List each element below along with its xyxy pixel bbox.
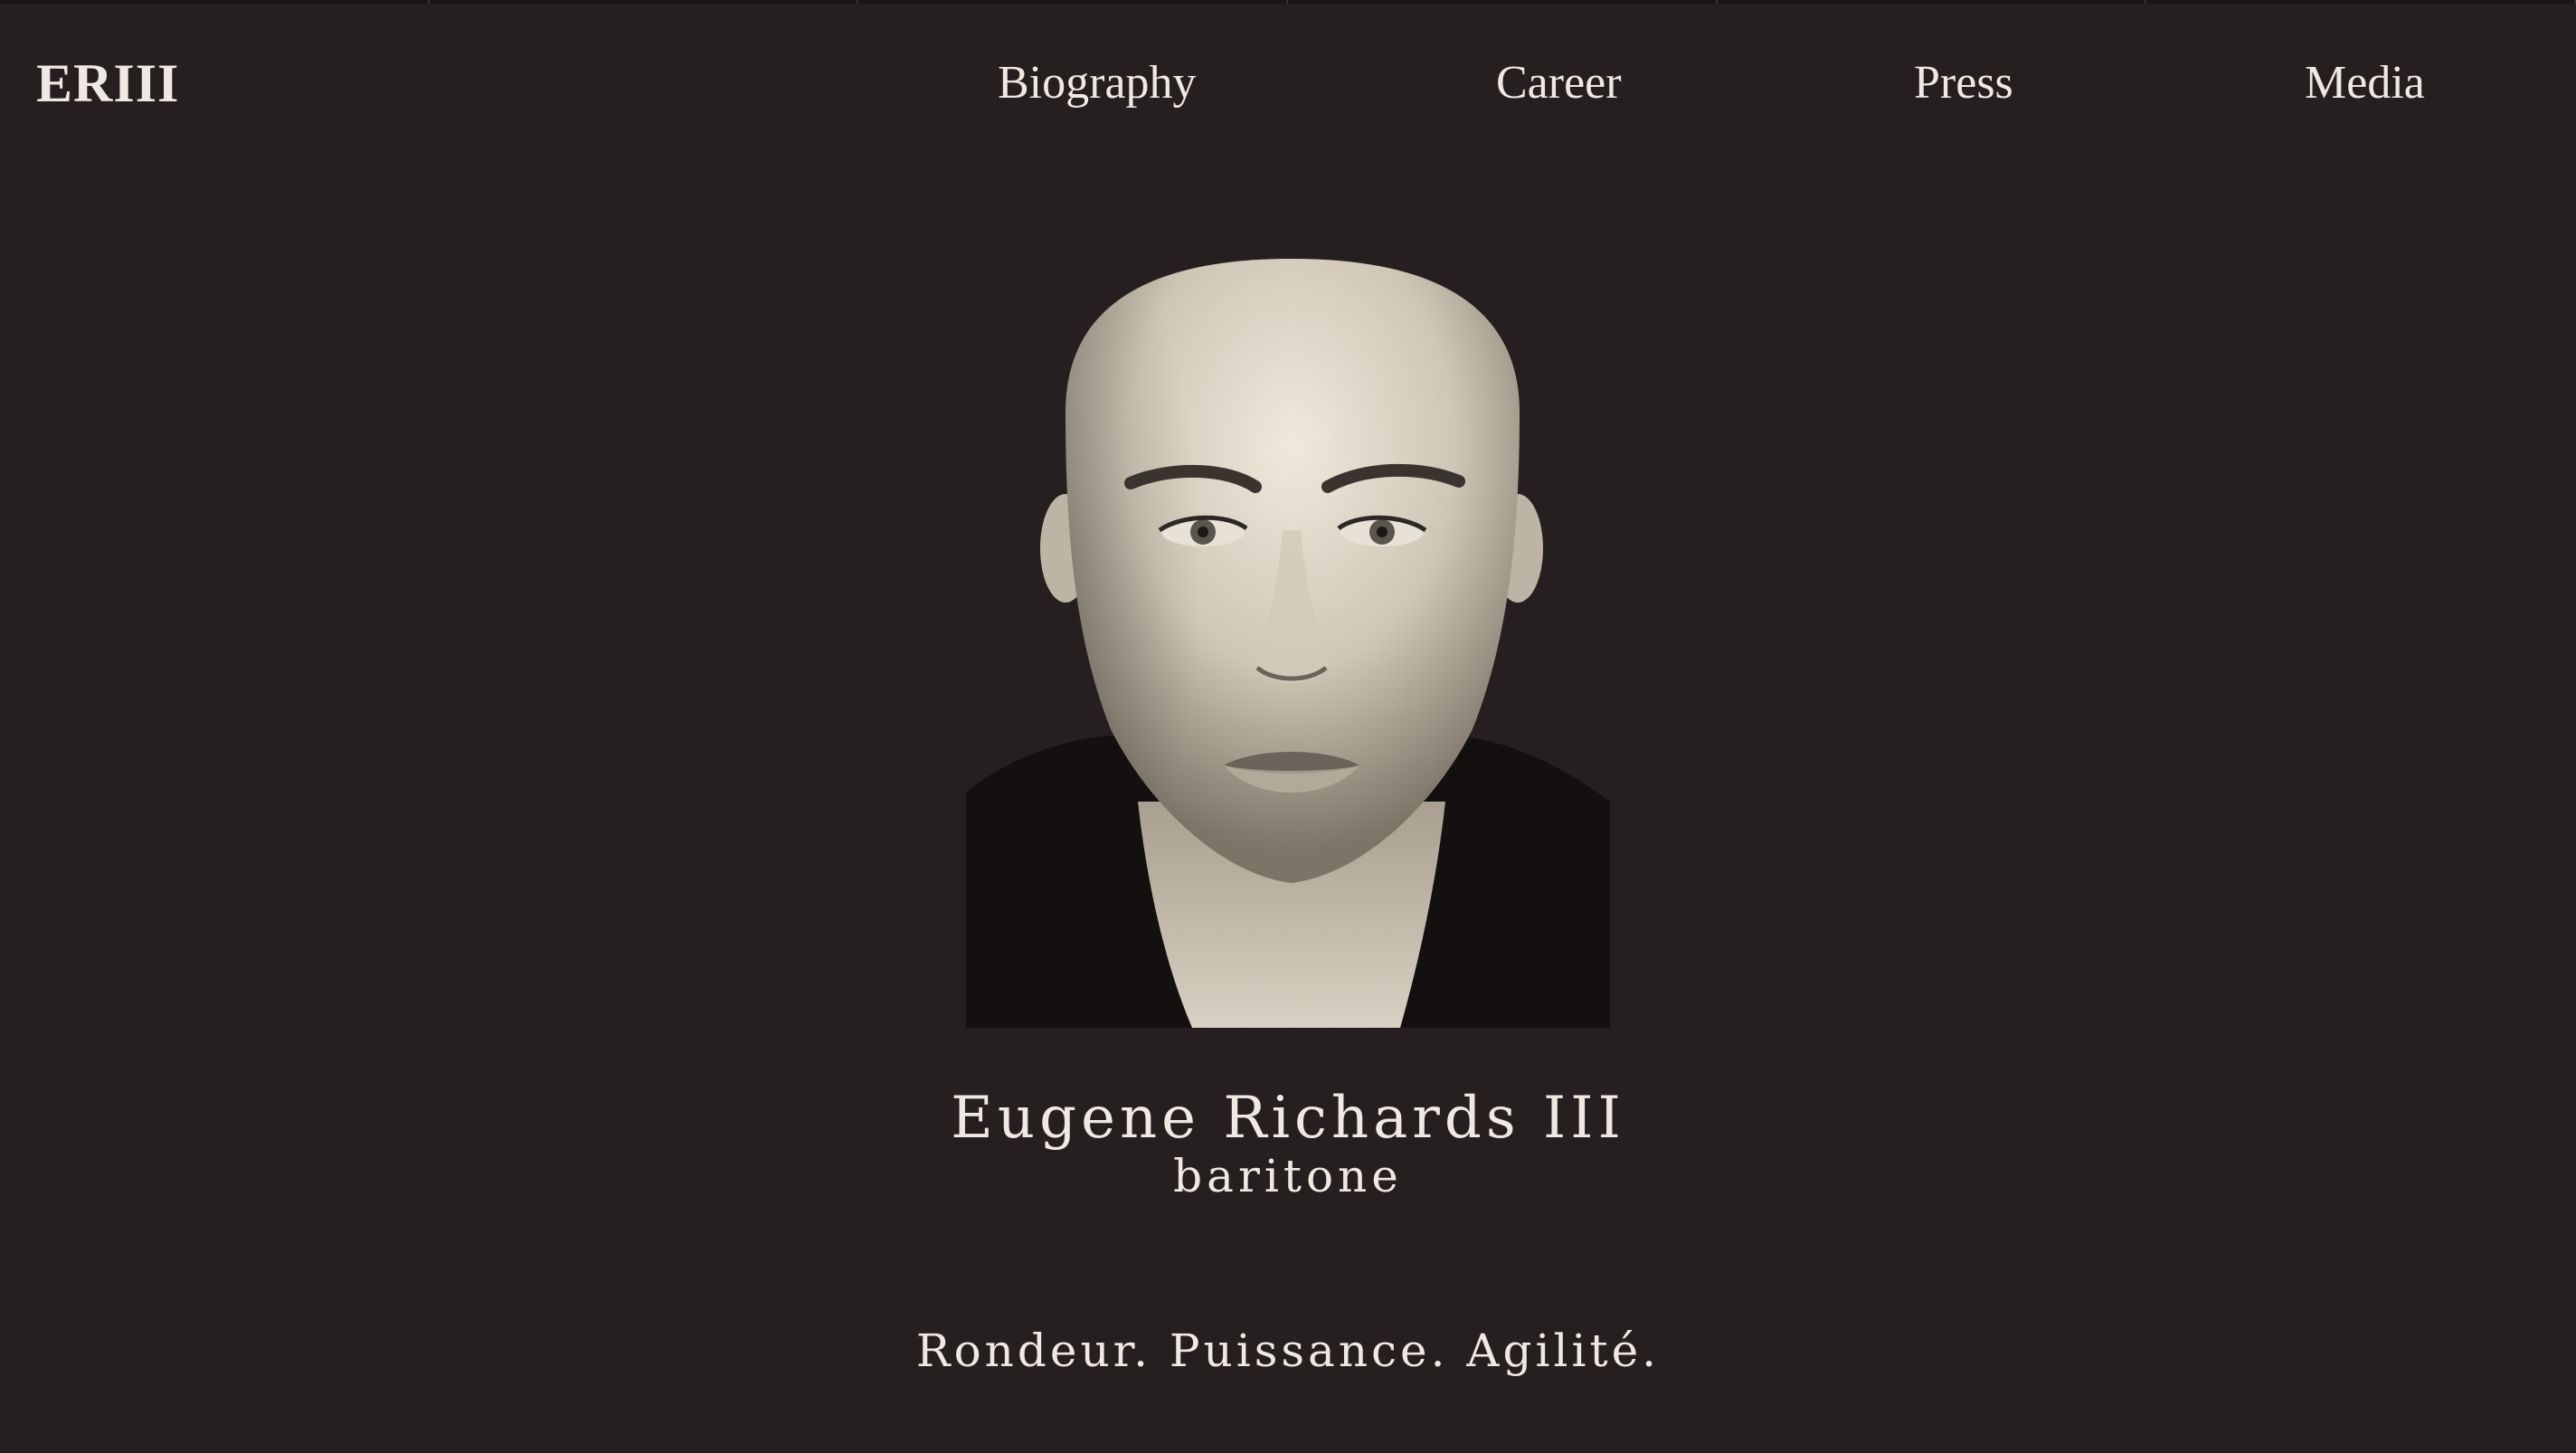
nav-media[interactable]: Media [2305,47,2425,119]
portrait-image [966,259,1610,1028]
top-rule [0,0,2576,4]
nav-press[interactable]: Press [1914,47,2013,119]
performer-name: Eugene Richards III [951,1085,1625,1152]
nav-career[interactable]: Career [1496,47,1622,119]
tagline: Rondeur. Puissance. Agilité. [915,1325,1661,1377]
nav-biography[interactable]: Biography [998,47,1197,119]
voice-type: baritone [1173,1150,1403,1202]
site-logo[interactable]: ERIII [36,47,179,119]
